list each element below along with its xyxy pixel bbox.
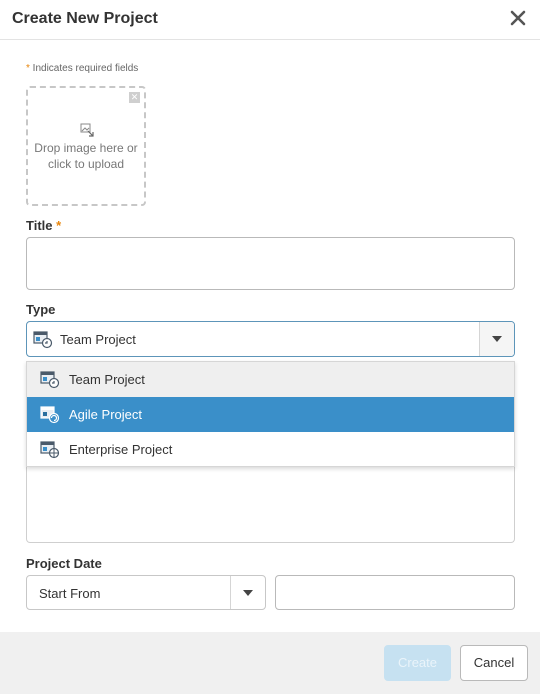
dialog-header: Create New Project <box>0 0 540 40</box>
type-option-enterprise-project[interactable]: Enterprise Project <box>27 432 514 467</box>
cancel-button[interactable]: Cancel <box>460 645 528 681</box>
enterprise-project-icon <box>40 441 60 464</box>
date-mode-value: Start From <box>39 586 101 601</box>
title-required-star: * <box>56 218 62 233</box>
required-note-text: Indicates required fields <box>29 63 139 74</box>
type-option-team-project[interactable]: Team Project <box>27 362 514 397</box>
image-upload-area[interactable]: ✕ Drop image here or click to upload <box>26 86 146 206</box>
close-icon[interactable] <box>506 6 530 30</box>
remove-icon[interactable]: ✕ <box>129 92 140 103</box>
title-label-text: Title <box>26 218 53 233</box>
project-icon <box>33 331 53 354</box>
agile-project-icon <box>40 406 60 429</box>
title-input[interactable] <box>26 237 515 290</box>
type-selected-value: Team Project <box>60 332 136 347</box>
type-option-label: Agile Project <box>69 407 142 422</box>
type-option-label: Enterprise Project <box>69 442 173 457</box>
required-note: * Indicates required fields <box>26 63 138 74</box>
date-mode-select[interactable]: Start From <box>26 575 266 610</box>
project-date-label: Project Date <box>26 556 102 571</box>
description-textarea[interactable] <box>26 457 515 543</box>
type-dropdown-list: Team Project Agile Project Enterprise Pr… <box>26 361 515 467</box>
date-input[interactable] <box>275 575 515 610</box>
date-mode-dropdown-button[interactable] <box>230 576 265 609</box>
chevron-down-icon <box>243 590 253 596</box>
type-dropdown-button[interactable] <box>479 322 514 356</box>
dialog-title: Create New Project <box>12 10 158 27</box>
team-project-icon <box>40 371 60 394</box>
type-label: Type <box>26 302 56 317</box>
upload-instructions: Drop image here or click to upload <box>34 141 138 171</box>
chevron-down-icon <box>492 336 502 342</box>
type-option-label: Team Project <box>69 372 145 387</box>
create-button[interactable]: Create <box>384 645 451 681</box>
dialog-footer: Create Cancel <box>0 632 540 694</box>
title-label: Title * <box>26 218 61 233</box>
type-select[interactable]: Team Project <box>26 321 515 357</box>
create-project-dialog: Create New Project * Indicates required … <box>0 0 540 694</box>
type-option-agile-project[interactable]: Agile Project <box>27 397 514 432</box>
